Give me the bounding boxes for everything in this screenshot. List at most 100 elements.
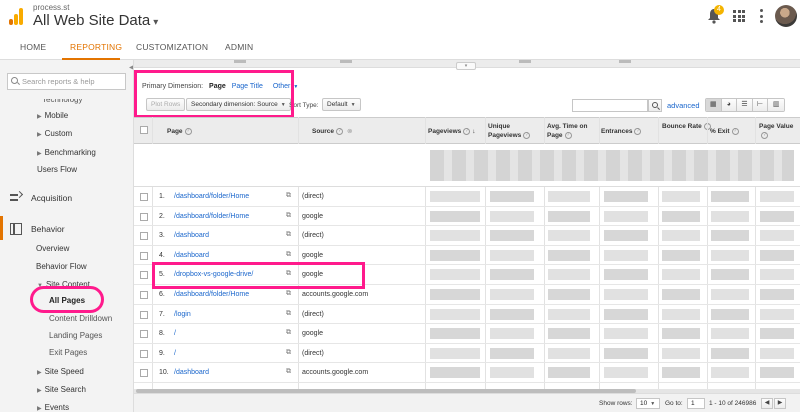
collapse-sidebar-icon[interactable]: ◀ bbox=[129, 64, 133, 71]
row-page-link[interactable]: /dashboard/folder/Home bbox=[174, 193, 249, 200]
row-page-link[interactable]: /dashboard bbox=[174, 232, 209, 239]
redacted-metric bbox=[548, 191, 590, 202]
property-selector[interactable]: All Web Site Data ▾ bbox=[33, 12, 158, 29]
redacted-metric bbox=[662, 367, 700, 379]
col-header-avg-time-on-page[interactable]: Avg. Time on Page? bbox=[547, 122, 597, 140]
external-link-icon[interactable]: ⧉ bbox=[286, 231, 294, 239]
sidebar-item-acquisition[interactable]: Acquisition bbox=[31, 193, 72, 203]
row-checkbox[interactable] bbox=[140, 232, 148, 241]
apps-grid-icon[interactable] bbox=[733, 10, 745, 22]
sidebar-item-exit-pages[interactable]: Exit Pages bbox=[49, 348, 87, 357]
external-link-icon[interactable]: ⧉ bbox=[286, 329, 294, 337]
redacted-metric bbox=[760, 308, 794, 320]
advanced-filter-link[interactable]: advanced bbox=[667, 101, 700, 110]
sidebar-item-content-drilldown[interactable]: Content Drilldown bbox=[49, 314, 112, 323]
row-page-link[interactable]: /dashboard/folder/Home bbox=[174, 291, 249, 298]
row-page-link[interactable]: / bbox=[174, 330, 176, 337]
remove-dimension-icon[interactable]: ⊗ bbox=[347, 128, 352, 135]
redacted-metric bbox=[490, 367, 534, 379]
col-header-page-value[interactable]: Page Value? bbox=[759, 122, 800, 140]
sidebar-item-users-flow[interactable]: Users Flow bbox=[37, 165, 77, 174]
sidebar-item-site-speed[interactable]: ▶ Site Speed bbox=[37, 367, 84, 376]
sidebar-item-behavior[interactable]: Behavior bbox=[31, 224, 65, 234]
redacted-metric bbox=[490, 308, 534, 320]
row-checkbox[interactable] bbox=[140, 291, 148, 299]
row-page-link[interactable]: / bbox=[174, 350, 176, 357]
redacted-metric bbox=[760, 210, 794, 222]
row-checkbox[interactable] bbox=[140, 193, 148, 201]
more-vert-icon[interactable] bbox=[759, 9, 763, 23]
row-checkbox[interactable] bbox=[140, 330, 148, 339]
row-checkbox[interactable] bbox=[140, 271, 148, 280]
table-view-icon[interactable]: ▦ bbox=[706, 99, 722, 111]
table-row: 7. /login ⧉ (direct) bbox=[134, 305, 800, 325]
comparison-view-icon[interactable]: ⊢ bbox=[752, 99, 769, 111]
row-page-link[interactable]: /login bbox=[174, 311, 191, 318]
search-icon bbox=[652, 102, 658, 108]
row-checkbox[interactable] bbox=[140, 369, 148, 378]
sidebar-item-events[interactable]: ▶ Events bbox=[37, 403, 69, 412]
col-header-source[interactable]: Source? ⊗ bbox=[312, 127, 353, 136]
sort-type-select[interactable]: Default ▼ bbox=[322, 98, 361, 111]
caret-right-icon: ▶ bbox=[37, 406, 42, 412]
sidebar-item-label: Mobile bbox=[44, 111, 69, 120]
row-page-link[interactable]: /dashboard bbox=[174, 252, 209, 259]
col-header-entrances[interactable]: Entrances? bbox=[601, 127, 642, 136]
sidebar-item-benchmarking[interactable]: ▶ Benchmarking bbox=[37, 148, 96, 157]
external-link-icon[interactable]: ⧉ bbox=[286, 192, 294, 200]
performance-view-icon[interactable]: ☰ bbox=[737, 99, 753, 111]
row-checkbox[interactable] bbox=[140, 212, 148, 221]
redacted-metric bbox=[490, 191, 534, 202]
external-link-icon[interactable]: ⧉ bbox=[286, 310, 294, 318]
row-number: 9. bbox=[159, 349, 165, 357]
redacted-metric bbox=[548, 308, 590, 320]
redacted-metric bbox=[490, 269, 534, 281]
tab-admin[interactable]: ADMIN bbox=[225, 42, 253, 52]
tab-home[interactable]: HOME bbox=[20, 42, 46, 52]
show-rows-select[interactable]: 10 ▼ bbox=[636, 398, 660, 409]
external-link-icon[interactable]: ⧉ bbox=[286, 349, 294, 357]
pie-view-icon[interactable]: ◕ bbox=[721, 99, 738, 111]
avatar[interactable] bbox=[775, 5, 797, 27]
row-checkbox[interactable] bbox=[140, 310, 148, 319]
chevron-down-icon: ▼ bbox=[350, 102, 356, 108]
table-filter-search-button[interactable] bbox=[648, 99, 662, 112]
sidebar-item-mobile[interactable]: ▶ Mobile bbox=[37, 111, 68, 120]
strip-mark bbox=[340, 60, 352, 63]
row-checkbox[interactable] bbox=[140, 349, 148, 358]
row-checkbox[interactable] bbox=[140, 251, 148, 260]
external-link-icon[interactable]: ⧉ bbox=[286, 290, 294, 298]
row-page-link[interactable]: /dashboard/folder/Home bbox=[174, 213, 249, 220]
sidebar-item-site-search[interactable]: ▶ Site Search bbox=[37, 385, 86, 394]
prev-page-button[interactable]: ◀ bbox=[761, 398, 773, 409]
col-header-bounce-rate[interactable]: Bounce Rate? bbox=[662, 122, 711, 131]
search-input[interactable]: Search reports & help bbox=[7, 73, 126, 90]
col-header-unique-pageviews[interactable]: Unique Pageviews? bbox=[488, 122, 538, 140]
row-page-link[interactable]: /dashboard bbox=[174, 369, 209, 376]
goto-input[interactable]: 1 bbox=[687, 398, 705, 409]
external-link-icon[interactable]: ⧉ bbox=[286, 212, 294, 220]
col-header-pageviews[interactable]: Pageviews? ↓ bbox=[428, 127, 476, 136]
tab-customization[interactable]: CUSTOMIZATION bbox=[136, 42, 208, 52]
pivot-view-icon[interactable]: ▥ bbox=[768, 99, 784, 111]
col-header-exit[interactable]: % Exit? bbox=[710, 127, 739, 136]
sidebar-item-landing-pages[interactable]: Landing Pages bbox=[49, 331, 102, 340]
table-filter-input[interactable] bbox=[572, 99, 648, 112]
redacted-metric bbox=[711, 269, 749, 281]
col-header-page[interactable]: Page? bbox=[167, 127, 192, 136]
redacted-metric bbox=[760, 367, 794, 379]
sidebar-item-overview[interactable]: Overview bbox=[36, 244, 69, 253]
sidebar-item-label: Site Search bbox=[44, 385, 86, 394]
next-page-button[interactable]: ▶ bbox=[774, 398, 786, 409]
redacted-metric bbox=[490, 230, 534, 242]
external-link-icon[interactable]: ⧉ bbox=[286, 251, 294, 259]
select-all-checkbox[interactable] bbox=[140, 126, 148, 134]
sidebar-item-custom[interactable]: ▶ Custom bbox=[37, 129, 72, 138]
tab-reporting[interactable]: REPORTING bbox=[70, 42, 122, 52]
graph-resize-handle[interactable]: ▾ bbox=[456, 62, 476, 70]
external-link-icon[interactable]: ⧉ bbox=[286, 368, 294, 376]
row-number: 1. bbox=[159, 193, 165, 200]
sidebar-item-technology[interactable]: Technology bbox=[42, 99, 82, 104]
sidebar-item-behavior-flow[interactable]: Behavior Flow bbox=[36, 262, 87, 271]
highlight-box-row-5 bbox=[152, 262, 365, 289]
